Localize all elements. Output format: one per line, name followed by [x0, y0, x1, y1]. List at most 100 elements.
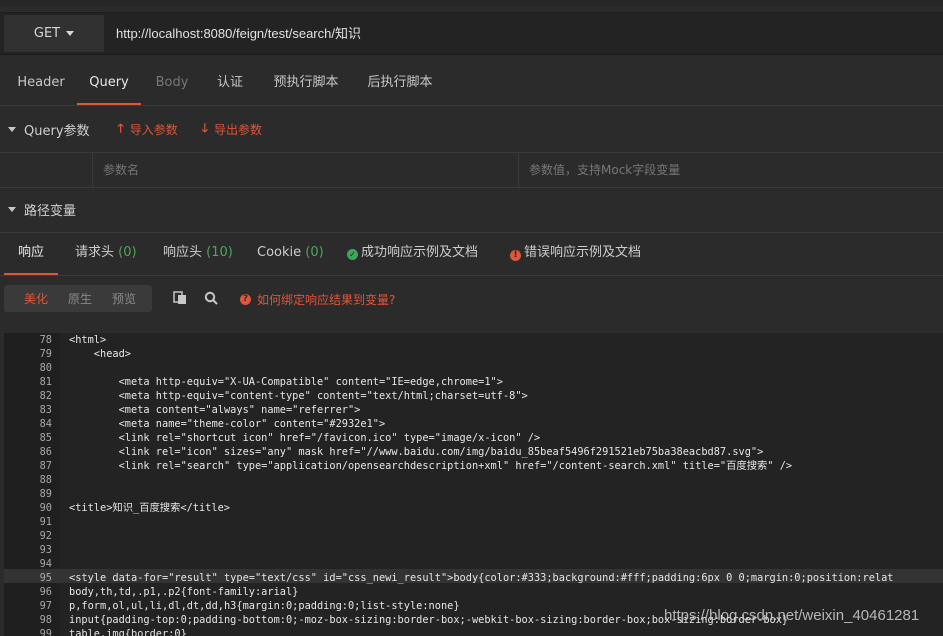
line-number: 99 — [39, 628, 52, 636]
line-number: 97 — [39, 600, 52, 612]
param-name-input[interactable]: 参数名 — [93, 153, 519, 187]
line-number: 79 — [39, 348, 52, 360]
collapse-icon[interactable] — [8, 206, 16, 212]
export-params-label: 导出参数 — [214, 122, 263, 137]
tab-cookie[interactable]: Cookie (0) — [257, 233, 324, 273]
code-line: 90 <title>知识_百度搜索</title> — [4, 501, 943, 515]
line-content: <title>知识_百度搜索</title> — [69, 502, 230, 514]
path-vars-title: 路径变量 — [24, 203, 77, 219]
tab-response[interactable]: 响应 — [4, 233, 58, 275]
code-line: 82 <meta http-equiv="content-type" conte… — [4, 389, 943, 403]
tab-auth[interactable]: 认证 — [206, 63, 254, 103]
line-content: <link rel="shortcut icon" href="/favicon… — [69, 432, 541, 444]
line-number: 84 — [39, 418, 52, 430]
line-content: body,th,td,.p1,.p2{font-family:arial} — [69, 586, 299, 598]
count-badge: (0) — [118, 245, 137, 260]
line-number: 94 — [39, 558, 52, 570]
code-line: 85 <link rel="shortcut icon" href="/favi… — [4, 431, 943, 445]
line-number: 98 — [39, 614, 52, 626]
response-code-view[interactable]: 78 <html> 79 <head> 80 81 <meta http-equiv="… — [4, 333, 943, 636]
line-number: 86 — [39, 446, 52, 458]
bind-variable-help-link[interactable]: ? 如何绑定响应结果到变量? — [240, 291, 395, 308]
line-content: <meta http-equiv="X-UA-Compatible" conte… — [69, 376, 503, 388]
count-badge: (10) — [206, 245, 233, 260]
method-select[interactable]: GET — [4, 15, 104, 52]
line-content: <link rel="search" type="application/ope… — [69, 460, 793, 472]
code-line: 91 — [4, 515, 943, 529]
view-mode-beautify[interactable]: 美化 — [24, 290, 48, 307]
line-content: <html> — [69, 334, 107, 346]
param-checkbox-cell — [0, 153, 93, 187]
code-line: 99 table,img{border:0} — [4, 627, 943, 636]
search-icon[interactable] — [204, 291, 218, 305]
line-number: 81 — [39, 376, 52, 388]
tab-label: 错误响应示例及文档 — [524, 245, 642, 260]
tab-request-headers[interactable]: 请求头 (0) — [75, 233, 137, 273]
code-line: 92 — [4, 529, 943, 543]
check-circle-icon: ✓ — [347, 249, 358, 260]
path-vars-header: 路径变量 — [0, 191, 943, 227]
response-tabs: 响应 请求头 (0) 响应头 (10) Cookie (0) ✓ 成功响应示例及文… — [0, 232, 943, 276]
line-number: 91 — [39, 516, 52, 528]
method-label: GET — [33, 26, 61, 41]
code-line: 94 — [4, 557, 943, 571]
tab-response-headers[interactable]: 响应头 (10) — [163, 233, 233, 273]
tab-header[interactable]: Header — [8, 63, 74, 103]
code-line: 83 <meta content="always" name="referrer… — [4, 403, 943, 417]
collapse-icon[interactable] — [8, 126, 16, 132]
copy-icon[interactable] — [173, 291, 187, 305]
export-params-button[interactable]: 🡓 导出参数 — [202, 119, 262, 140]
code-line: 80 — [4, 361, 943, 375]
line-content: <link rel="icon" sizes="any" mask href="… — [69, 446, 764, 458]
param-row: 参数名 参数值，支持Mock字段变量 — [0, 152, 943, 188]
code-line: 88 — [4, 473, 943, 487]
code-line: 93 — [4, 543, 943, 557]
view-mode-switch: 美化 原生 预览 — [4, 285, 152, 312]
chevron-down-icon — [66, 31, 75, 36]
count-badge: (0) — [305, 245, 324, 260]
url-input[interactable]: http://localhost:8080/feign/test/search/… — [116, 13, 361, 54]
import-params-label: 导入参数 — [129, 122, 178, 137]
line-number: 92 — [39, 530, 52, 542]
tab-post-script[interactable]: 后执行脚本 — [360, 63, 440, 103]
code-line: 84 <meta name="theme-color" content="#29… — [4, 417, 943, 431]
import-params-button[interactable]: 🡑 导入参数 — [118, 119, 178, 140]
view-mode-preview[interactable]: 预览 — [112, 290, 136, 307]
tab-success-example[interactable]: ✓ 成功响应示例及文档 — [347, 233, 478, 273]
tab-body[interactable]: Body — [148, 63, 196, 103]
line-content: <meta http-equiv="content-type" content=… — [69, 390, 528, 402]
tab-label: 请求头 — [75, 245, 115, 260]
error-circle-icon: ! — [510, 250, 521, 261]
request-tabs: Header Query Body 认证 预执行脚本 后执行脚本 — [0, 63, 943, 106]
top-strip — [0, 0, 943, 6]
code-line: 81 <meta http-equiv="X-UA-Compatible" co… — [4, 375, 943, 389]
line-number: 83 — [39, 404, 52, 416]
line-number: 88 — [39, 474, 52, 486]
line-number: 89 — [39, 488, 52, 500]
tab-error-example[interactable]: ! 错误响应示例及文档 — [510, 233, 641, 273]
code-line: 78 <html> — [4, 333, 943, 347]
view-mode-raw[interactable]: 原生 — [68, 290, 92, 307]
tab-query[interactable]: Query — [77, 63, 141, 105]
line-number: 90 — [39, 502, 52, 514]
arrow-down-icon: 🡓 — [201, 120, 209, 135]
line-content: <style data-for="result" type="text/css"… — [69, 572, 894, 584]
tab-pre-script[interactable]: 预执行脚本 — [266, 63, 346, 103]
line-number: 78 — [39, 334, 52, 346]
question-icon: ? — [240, 294, 251, 305]
line-number: 96 — [39, 586, 52, 598]
line-content: <head> — [69, 348, 131, 360]
tab-label: 响应头 — [163, 245, 203, 260]
line-number: 87 — [39, 460, 52, 472]
code-line: 89 — [4, 487, 943, 501]
tab-label: Cookie — [257, 245, 302, 260]
query-params-header: Query参数 🡑 导入参数 🡓 导出参数 — [0, 111, 943, 147]
line-number: 80 — [39, 362, 52, 374]
param-value-input[interactable]: 参数值，支持Mock字段变量 — [519, 153, 943, 187]
query-params-title: Query参数 — [24, 123, 90, 139]
line-content: <meta name="theme-color" content="#2932e… — [69, 418, 386, 430]
line-number: 93 — [39, 544, 52, 556]
line-content: table,img{border:0} — [69, 628, 187, 636]
arrow-up-icon: 🡑 — [117, 120, 124, 135]
code-line: 79 <head> — [4, 347, 943, 361]
